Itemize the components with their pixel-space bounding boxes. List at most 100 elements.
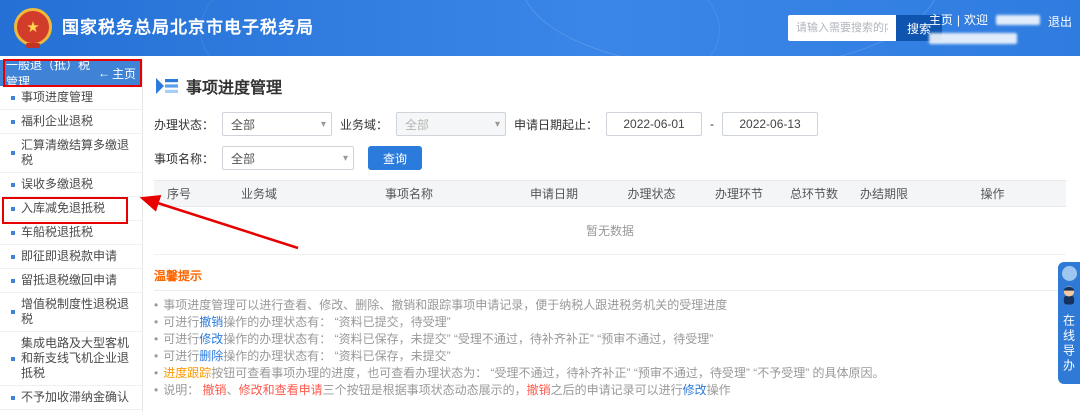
sidebar-item[interactable]: 入库减免退抵税 <box>0 197 142 221</box>
date-range-label: 申请日期起止： <box>514 116 598 133</box>
filters-row-2: 事项名称： 全部 ▾ 查询 <box>154 146 1066 170</box>
date-end-input[interactable]: 2022-06-13 <box>722 112 818 136</box>
sidebar-item-label: 即征即退税款申请 <box>21 249 117 264</box>
sidebar-item[interactable]: 福利企业退税 <box>0 110 142 134</box>
tips-list: • 事项进度管理可以进行查看、修改、删除、撤销和跟踪事项申请记录，便于纳税人跟进… <box>154 297 1066 399</box>
sidebar-item-label: 集成电路及大型客机和新支线飞机企业退抵税 <box>21 336 138 381</box>
bullet-icon: • <box>154 365 158 382</box>
tax-bureau-emblem-icon: ★ <box>14 8 52 46</box>
domain-select-value: 全部 <box>405 116 429 133</box>
table-header-row: 序号业务域事项名称申请日期办理状态办理环节总环节数办结期限操作 <box>154 181 1066 207</box>
tip-item: • 事项进度管理可以进行查看、修改、删除、撤销和跟踪事项申请记录，便于纳税人跟进… <box>154 297 1066 314</box>
results-table: 序号业务域事项名称申请日期办理状态办理环节总环节数办结期限操作 暂无数据 <box>154 180 1066 255</box>
pipe-divider: | <box>957 13 960 27</box>
date-separator: - <box>710 117 714 131</box>
list-arrow-icon <box>156 78 178 94</box>
online-helper-widget[interactable]: 在线导办 <box>1058 262 1080 384</box>
bullet-icon: • <box>154 314 158 331</box>
item-name-select[interactable]: 全部 ▾ <box>222 146 354 170</box>
tip-text: 进度跟踪按钮可查看事项办理的进度，也可查看办理状态为： “受理不通过，待补齐补正… <box>163 365 884 382</box>
search-input[interactable] <box>788 15 896 41</box>
domain-label: 业务域： <box>340 116 388 133</box>
tip-item: • 说明： 撤销、修改和查看申请三个按钮是根据事项状态动态展示的，撤销之后的申请… <box>154 382 1066 399</box>
tip-text: 可进行删除操作的办理状态有： “资料已保存，未提交” <box>163 348 450 365</box>
sidebar-item[interactable]: 集成电路及大型客机和新支线飞机企业退抵税 <box>0 332 142 386</box>
sidebar-item-label: 车船税退抵税 <box>21 225 93 240</box>
tips-section: 温馨提示 • 事项进度管理可以进行查看、修改、删除、撤销和跟踪事项申请记录，便于… <box>154 267 1066 399</box>
username-redacted <box>996 15 1040 25</box>
sidebar-item[interactable]: 即征即退税款申请 <box>0 245 142 269</box>
table-column-header: 事项名称 <box>314 185 504 202</box>
sidebar-item-label: 福利企业退税 <box>21 114 93 129</box>
item-name-select-value: 全部 <box>231 150 255 167</box>
sidebar-item[interactable]: 汇算清缴结算多缴退税 <box>0 134 142 173</box>
sidebar-item-label: 不予加收滞纳金确认 <box>21 390 129 405</box>
tip-text: 说明： 撤销、修改和查看申请三个按钮是根据事项状态动态展示的，撤销之后的申请记录… <box>163 382 730 399</box>
sidebar-item[interactable]: 误收多缴退税 <box>0 173 142 197</box>
bullet-icon: • <box>154 348 158 365</box>
page: ★ 国家税务总局北京市电子税务局 搜索 主页 | 欢迎 退出 一般退（抵）税管理… <box>0 0 1080 412</box>
user-area: 主页 | 欢迎 <box>929 11 1040 47</box>
sidebar-item[interactable]: 增值税制度性退税退税 <box>0 293 142 332</box>
table-column-header: 办结期限 <box>849 185 919 202</box>
tip-text: 事项进度管理可以进行查看、修改、删除、撤销和跟踪事项申请记录，便于纳税人跟进税务… <box>163 297 727 314</box>
table-column-header: 办理环节 <box>699 185 779 202</box>
sidebar-home-link[interactable]: ← 主页 <box>98 65 136 82</box>
site-title: 国家税务总局北京市电子税务局 <box>62 0 314 56</box>
sidebar-item-label: 留抵退税缴回申请 <box>21 273 117 288</box>
helper-avatar-icon <box>1060 284 1078 311</box>
query-button[interactable]: 查询 <box>368 146 422 170</box>
table-column-header: 业务域 <box>204 185 314 202</box>
bullet-icon: • <box>154 331 158 348</box>
sidebar-title: 一般退（抵）税管理 <box>6 56 98 90</box>
sidebar: 一般退（抵）税管理 ← 主页 事项进度管理 福利企业退税 汇算清缴结算多缴退税 … <box>0 60 143 412</box>
date-start-input[interactable]: 2022-06-01 <box>606 112 702 136</box>
sidebar-menu: 事项进度管理 福利企业退税 汇算清缴结算多缴退税 误收多缴退税 入库减免退抵税 … <box>0 86 142 412</box>
tip-text: 可进行修改操作的办理状态有： “资料已保存，未提交” “受理不通过，待补齐补正”… <box>163 331 713 348</box>
item-name-label: 事项名称： <box>154 150 214 167</box>
bullet-icon: • <box>154 382 158 399</box>
chevron-down-icon: ▾ <box>321 119 326 130</box>
table-column-header: 操作 <box>919 185 1066 202</box>
main-content: 事项进度管理 办理状态： 全部 ▾ 业务域： 全部 ▾ 申请日期起止： 2022… <box>144 60 1080 412</box>
table-column-header: 总环节数 <box>779 185 849 202</box>
online-helper-label: 在线导办 <box>1061 314 1078 374</box>
status-select[interactable]: 全部 ▾ <box>222 112 332 136</box>
tips-title: 温馨提示 <box>154 267 1066 291</box>
sidebar-item-label: 事项进度管理 <box>21 90 93 105</box>
table-column-header: 申请日期 <box>504 185 604 202</box>
tip-text: 可进行撤销操作的办理状态有： “资料已提交，待受理” <box>163 314 450 331</box>
sidebar-item-label: 入库减免退抵税 <box>21 201 105 216</box>
welcome-label: 欢迎 <box>964 11 988 28</box>
searchbox: 搜索 <box>788 15 942 41</box>
star-icon: ★ <box>26 20 39 35</box>
taxpayer-name-redacted <box>929 33 1017 44</box>
table-column-header: 办理状态 <box>604 185 699 202</box>
sidebar-item[interactable]: 事项进度管理 <box>0 86 142 110</box>
sidebar-item[interactable]: 不予加收滞纳金确认 <box>0 386 142 410</box>
tip-item: • 可进行撤销操作的办理状态有： “资料已提交，待受理” <box>154 314 1066 331</box>
sidebar-header: 一般退（抵）税管理 ← 主页 <box>0 60 142 86</box>
back-arrow-icon: ← <box>98 66 110 80</box>
sidebar-item-label: 汇算清缴结算多缴退税 <box>21 138 138 168</box>
chevron-down-icon: ▾ <box>343 153 348 164</box>
home-link[interactable]: 主页 <box>929 11 953 28</box>
sidebar-item[interactable]: 车船税退抵税 <box>0 221 142 245</box>
sidebar-item-label: 误收多缴退税 <box>21 177 93 192</box>
status-select-value: 全部 <box>231 116 255 133</box>
table-empty-state: 暂无数据 <box>154 207 1066 255</box>
tip-item: • 可进行删除操作的办理状态有： “资料已保存，未提交” <box>154 348 1066 365</box>
page-title: 事项进度管理 <box>186 74 282 98</box>
sidebar-home-label: 主页 <box>112 65 136 82</box>
page-title-row: 事项进度管理 <box>156 74 1066 98</box>
tip-item: • 进度跟踪按钮可查看事项办理的进度，也可查看办理状态为： “受理不通过，待补齐… <box>154 365 1066 382</box>
domain-select[interactable]: 全部 ▾ <box>396 112 506 136</box>
sidebar-item-label: 增值税制度性退税退税 <box>21 297 138 327</box>
sidebar-item[interactable]: 留抵退税缴回申请 <box>0 269 142 293</box>
top-header: ★ 国家税务总局北京市电子税务局 搜索 主页 | 欢迎 退出 <box>0 0 1080 56</box>
helper-bubble-icon <box>1062 266 1077 281</box>
logout-button[interactable]: 退出 <box>1048 13 1072 30</box>
status-label: 办理状态： <box>154 116 214 133</box>
filters-row-1: 办理状态： 全部 ▾ 业务域： 全部 ▾ 申请日期起止： 2022-06-01 … <box>154 112 1066 136</box>
chevron-down-icon: ▾ <box>495 119 500 130</box>
